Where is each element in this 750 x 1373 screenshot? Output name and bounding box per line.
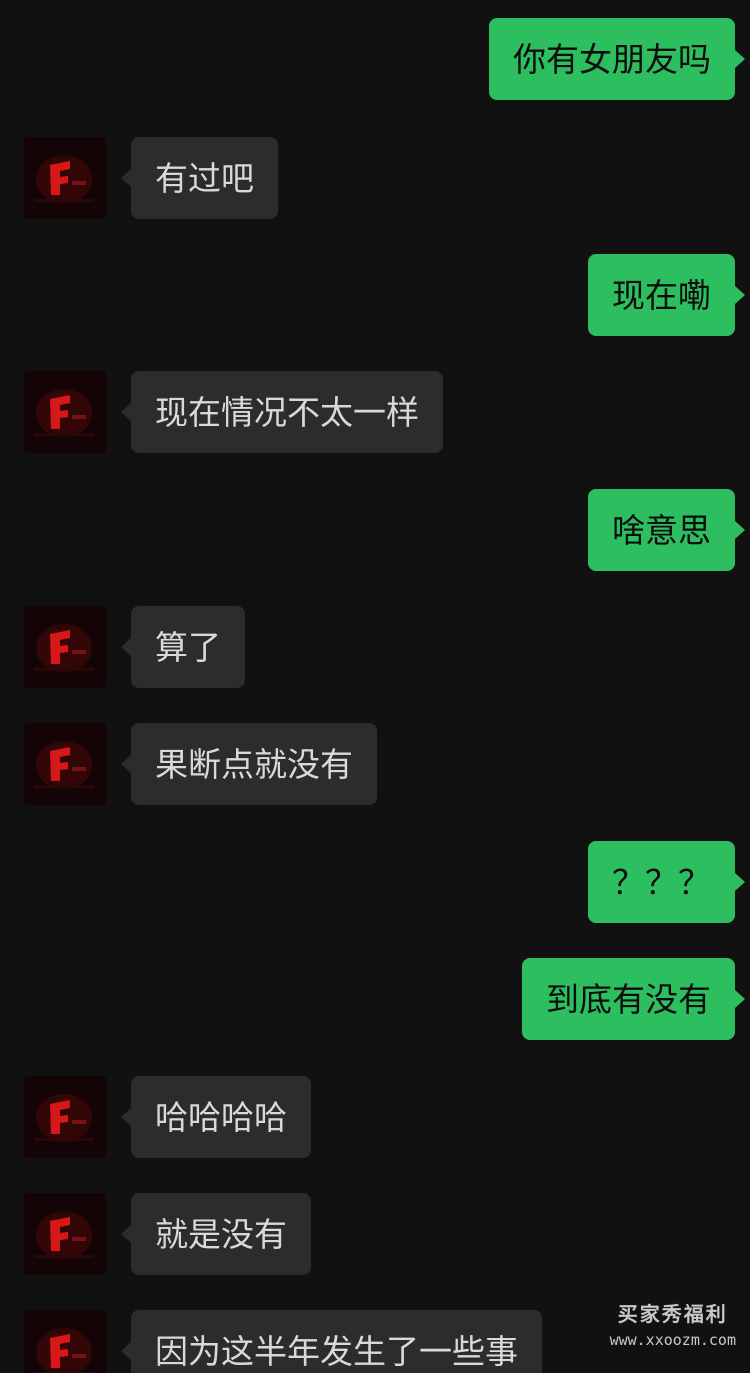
- contact-avatar[interactable]: [24, 723, 106, 805]
- message-row: 到底有没有: [0, 958, 750, 1040]
- contact-avatar[interactable]: [24, 606, 106, 688]
- bubble-tail: [735, 50, 745, 68]
- bubble-tail: [121, 1342, 131, 1360]
- contact-avatar[interactable]: [24, 137, 106, 219]
- chat-area: 你有女朋友吗 有过吧 现在嘞 现在情况不太一样 啥意思 算了 果断点就没有 ？？…: [0, 0, 750, 1373]
- contact-avatar[interactable]: [24, 1193, 106, 1275]
- red-logo-avatar-icon: [24, 723, 106, 805]
- message-bubble[interactable]: 算了: [131, 606, 245, 688]
- message-bubble[interactable]: 你有女朋友吗: [489, 18, 735, 100]
- message-bubble[interactable]: 因为这半年发生了一些事: [131, 1310, 542, 1373]
- red-logo-avatar-icon: [24, 1076, 106, 1158]
- bubble-tail: [121, 403, 131, 421]
- bubble-tail: [121, 1108, 131, 1126]
- message-row: 哈哈哈哈: [0, 1076, 750, 1158]
- message-bubble[interactable]: 啥意思: [588, 489, 735, 571]
- bubble-tail: [121, 169, 131, 187]
- bubble-tail: [121, 755, 131, 773]
- message-row: ？？？: [0, 841, 750, 923]
- red-logo-avatar-icon: [24, 137, 106, 219]
- bubble-tail: [735, 521, 745, 539]
- message-bubble[interactable]: 现在情况不太一样: [131, 371, 443, 453]
- message-row: 现在嘞: [0, 254, 750, 336]
- message-bubble[interactable]: 哈哈哈哈: [131, 1076, 311, 1158]
- message-row: 算了: [0, 606, 750, 688]
- bubble-tail: [121, 1225, 131, 1243]
- red-logo-avatar-icon: [24, 606, 106, 688]
- contact-avatar[interactable]: [24, 371, 106, 453]
- message-row: 你有女朋友吗: [0, 18, 750, 100]
- message-bubble[interactable]: 到底有没有: [522, 958, 735, 1040]
- red-logo-avatar-icon: [24, 1310, 106, 1373]
- message-row: 有过吧: [0, 137, 750, 219]
- message-bubble[interactable]: 就是没有: [131, 1193, 311, 1275]
- message-row: 果断点就没有: [0, 723, 750, 805]
- bubble-tail: [735, 286, 745, 304]
- message-row: 就是没有: [0, 1193, 750, 1275]
- contact-avatar[interactable]: [24, 1076, 106, 1158]
- message-row: 啥意思: [0, 489, 750, 571]
- message-bubble[interactable]: 现在嘞: [588, 254, 735, 336]
- red-logo-avatar-icon: [24, 1193, 106, 1275]
- watermark-url: www.xxoozm.com: [609, 1331, 736, 1349]
- bubble-tail: [735, 873, 745, 891]
- bubble-tail: [735, 990, 745, 1008]
- message-bubble[interactable]: 有过吧: [131, 137, 278, 219]
- message-bubble[interactable]: 果断点就没有: [131, 723, 377, 805]
- red-logo-avatar-icon: [24, 371, 106, 453]
- bubble-tail: [121, 638, 131, 656]
- watermark: 买家秀福利 www.xxoozm.com: [610, 1298, 736, 1349]
- message-bubble[interactable]: ？？？: [588, 841, 735, 923]
- message-row: 现在情况不太一样: [0, 371, 750, 453]
- watermark-title: 买家秀福利: [617, 1302, 728, 1326]
- contact-avatar[interactable]: [24, 1310, 106, 1373]
